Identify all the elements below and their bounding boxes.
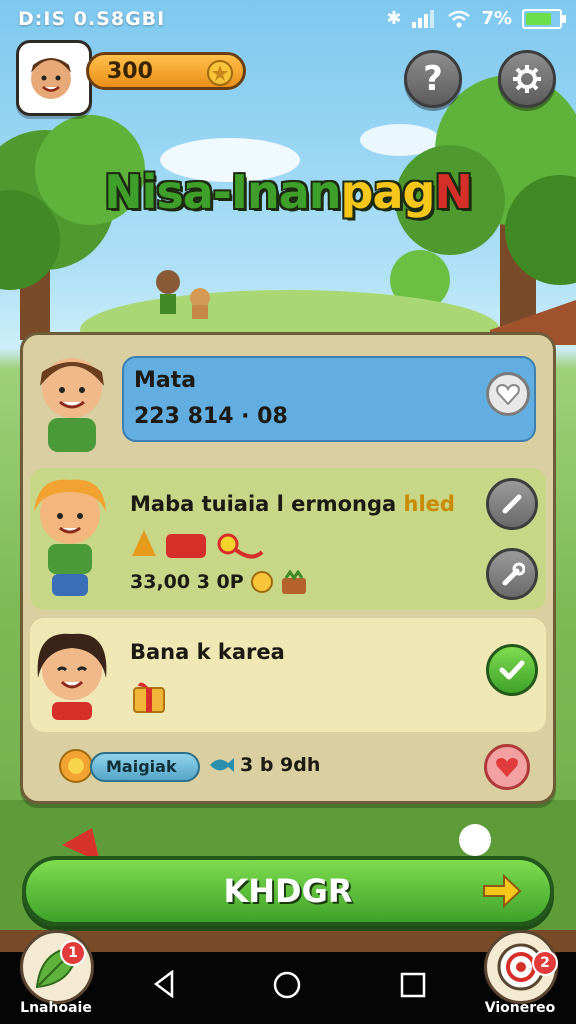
shop-badge: 1 <box>60 940 86 966</box>
card-2-stats-text: 33,00 3 0P <box>130 571 244 593</box>
help-label: ? <box>423 59 443 99</box>
tools-button[interactable] <box>486 548 538 600</box>
title-part-yellow: pag <box>340 165 436 219</box>
wifi-icon <box>448 10 471 27</box>
gear-icon <box>513 65 541 93</box>
heart-icon <box>496 383 520 405</box>
shop-button[interactable] <box>20 930 94 1004</box>
battery-fill <box>526 12 552 25</box>
coin-count: 300 <box>107 59 153 84</box>
check-icon <box>499 660 525 680</box>
footer-info-text: 3 b 9dh <box>240 754 321 776</box>
confirm-button[interactable] <box>486 644 538 696</box>
recents-icon[interactable] <box>400 972 426 998</box>
card-1-name: Mata <box>134 368 197 393</box>
battery-icon <box>522 8 566 29</box>
gift-icon <box>133 682 165 713</box>
card-2-name: Maba tuiaia l ermonga hled <box>130 492 455 516</box>
player-avatar[interactable] <box>16 40 92 116</box>
status-bar: D:IS 0.S8GBI ✱ 7% <box>0 0 576 38</box>
card-2-name-suffix: hled <box>403 492 455 516</box>
star-coin-icon <box>207 60 233 86</box>
card-1-value: 223 814 · 08 <box>134 404 288 429</box>
brush-icon <box>502 494 522 514</box>
status-time: D:IS 0.S8GBI <box>18 8 166 30</box>
shop-label: Lnahoaie <box>20 1000 92 1016</box>
bluetooth-icon: ✱ <box>386 8 402 29</box>
avatar-face-icon <box>31 58 71 99</box>
wrench-icon <box>502 562 525 586</box>
card-2-name-text: Maba tuiaia l ermonga <box>130 492 397 516</box>
crate-icon <box>281 570 306 594</box>
game-screen: D:IS 0.S8GBI ✱ 7% 300 ? Nisa-InanpagN Ma… <box>0 0 576 1024</box>
edit-button[interactable] <box>486 478 538 530</box>
play-button-label: KHDGR <box>223 872 353 910</box>
game-title: Nisa-InanpagN <box>0 165 576 219</box>
fish-icon <box>210 758 234 772</box>
help-button[interactable]: ? <box>404 50 462 108</box>
play-button[interactable]: KHDGR <box>22 856 554 926</box>
home-icon[interactable] <box>272 970 302 1000</box>
arrow-right-icon <box>483 874 522 908</box>
card-3-name: Bana k karea <box>130 640 285 664</box>
status-icons: ✱ 7% <box>386 8 566 29</box>
heart-icon <box>496 758 518 777</box>
coin-icon <box>250 571 273 593</box>
signal-icon <box>412 9 435 28</box>
favorite-button[interactable] <box>486 372 530 416</box>
card-2-stats: 33,00 3 0P <box>130 570 308 594</box>
character-portrait-1 <box>40 358 104 452</box>
character-portrait-2 <box>34 479 106 596</box>
camera-label: Vionereo <box>484 1000 556 1016</box>
coin-counter: 300 <box>86 52 246 90</box>
battery-percent: 7% <box>481 8 512 29</box>
like-button[interactable] <box>484 744 530 790</box>
settings-button[interactable] <box>498 50 556 108</box>
rank-pill[interactable]: Maigiak <box>90 752 200 782</box>
title-part-red: N <box>434 165 472 219</box>
title-part-green: Nisa-Inan <box>104 165 341 219</box>
card-2-items <box>132 530 264 559</box>
character-card-1[interactable]: Mata 223 814 · 08 <box>122 356 536 442</box>
character-portrait-3 <box>37 633 107 720</box>
back-icon[interactable] <box>152 970 176 998</box>
camera-badge: 2 <box>532 950 558 976</box>
footer-info: 3 b 9dh <box>208 754 320 776</box>
